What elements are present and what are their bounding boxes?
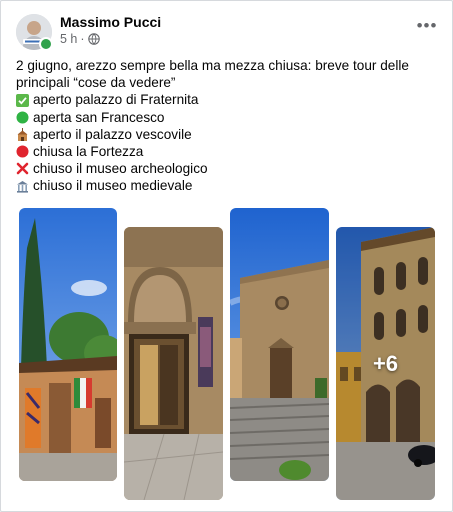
photo-grid: +6 (1, 1, 452, 511)
post-card: Massimo Pucci 5 h · ••• 2 giugno, arezzo… (0, 0, 453, 512)
more-photos-overlay[interactable]: +6 (336, 227, 435, 500)
photo-doorway[interactable] (124, 227, 223, 500)
more-photos-count: +6 (372, 350, 399, 376)
photo-san-francesco[interactable] (230, 208, 329, 481)
photo-street[interactable]: +6 (336, 227, 435, 500)
photo-palazzo-fraternita[interactable] (19, 208, 117, 481)
